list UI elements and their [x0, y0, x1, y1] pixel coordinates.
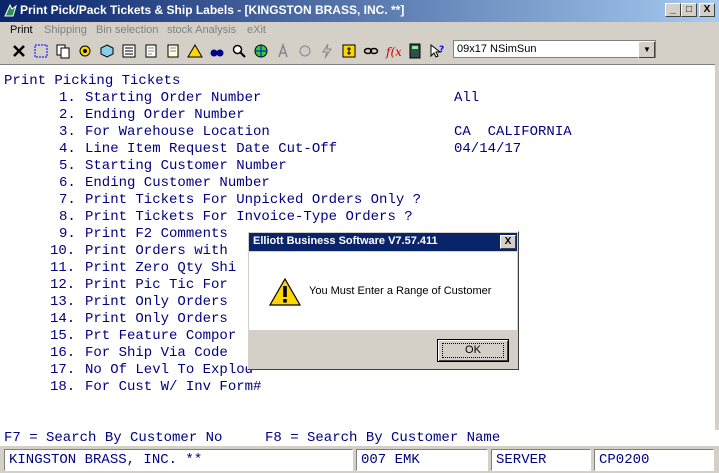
line-label[interactable]: Ending Customer Number [85, 175, 270, 192]
status-server: SERVER [491, 449, 591, 471]
f8-hint: F8 = Search By Customer Name [265, 430, 501, 446]
line-number: 18. [50, 379, 76, 395]
binoculars-icon[interactable] [208, 41, 226, 60]
document2-icon[interactable] [164, 41, 182, 60]
line-label[interactable]: Print Only Orders [85, 294, 228, 311]
font-select-value: 09x17 NSimSun [457, 43, 537, 55]
status-bar: KINGSTON BRASS, INC. ** 007 EMK SERVER C… [0, 447, 719, 473]
message-dialog: Elliott Business Software V7.57.411 X Yo… [247, 231, 519, 370]
lightning-icon[interactable] [318, 41, 336, 60]
line-value: All [454, 90, 480, 106]
line-number: 10. [50, 243, 76, 259]
line-label[interactable]: Print Tickets For Unpicked Orders Only ? [85, 192, 421, 209]
x-icon[interactable] [10, 41, 28, 60]
dialog-title: Elliott Business Software V7.57.411 [253, 235, 438, 247]
menu-bin-selection[interactable]: Bin selection [96, 24, 158, 36]
menu-exit[interactable]: eXit [247, 24, 266, 36]
line-label[interactable]: Print F2 Comments [85, 226, 228, 243]
line-number: 2. [59, 107, 76, 123]
line-number: 15. [50, 328, 76, 344]
line-number: 11. [50, 260, 76, 276]
document-icon[interactable] [142, 41, 160, 60]
svg-text:f(x): f(x) [385, 45, 401, 59]
line-label[interactable]: Print Zero Qty Shi [85, 260, 236, 277]
help-pointer-icon[interactable]: ? [428, 41, 446, 60]
money-icon[interactable] [340, 41, 358, 60]
globe-icon[interactable] [252, 41, 270, 60]
line-label[interactable]: Line Item Request Date Cut-Off [85, 141, 337, 158]
line-label[interactable]: For Ship Via Code [85, 345, 228, 362]
line-label[interactable]: Print Orders with [85, 243, 228, 260]
menu-shipping[interactable]: Shipping [44, 24, 87, 36]
function-icon[interactable]: f(x) [384, 41, 402, 60]
cube-icon[interactable] [98, 41, 116, 60]
gears-icon[interactable] [76, 41, 94, 60]
font-select[interactable]: 09x17 NSimSun ▼ [453, 40, 656, 58]
window-title: Print Pick/Pack Tickets & Ship Labels - … [20, 3, 405, 17]
ok-button[interactable]: OK [437, 339, 509, 362]
function-key-line: F7 = Search By Customer No F8 = Search B… [0, 430, 719, 446]
line-label[interactable]: Print Pic Tic For [85, 277, 228, 294]
calculator-icon[interactable] [406, 41, 424, 60]
line-label[interactable]: No Of Levl To Explod [85, 362, 253, 379]
list-icon[interactable] [120, 41, 138, 60]
line-value: 04/14/17 [454, 141, 522, 157]
dotted-select-icon[interactable] [32, 41, 50, 60]
line-label[interactable]: For Warehouse Location [85, 124, 270, 141]
line-number: 5. [59, 158, 76, 174]
line-label[interactable]: Starting Order Number [85, 90, 261, 107]
search-icon[interactable] [230, 41, 248, 60]
close-button[interactable]: X [699, 3, 715, 17]
line-number: 1. [59, 90, 76, 106]
line-number: 12. [50, 277, 76, 293]
line-number: 16. [50, 345, 76, 361]
menu-bar: Print Shipping Bin selection stock Analy… [0, 22, 719, 40]
status-user: 007 EMK [356, 449, 488, 471]
line-label[interactable]: Ending Order Number [85, 107, 245, 124]
maximize-button[interactable]: □ [681, 3, 697, 17]
line-number: 6. [59, 175, 76, 191]
minimize-button[interactable]: _ [665, 3, 681, 17]
copy-icon[interactable] [54, 41, 72, 60]
link-icon[interactable] [362, 41, 380, 60]
paint-icon[interactable] [296, 41, 314, 60]
dialog-title-bar: Elliott Business Software V7.57.411 X [249, 233, 517, 251]
dialog-close-button[interactable]: X [500, 235, 516, 249]
warning-icon[interactable] [186, 41, 204, 60]
screen-heading: Print Picking Tickets [4, 73, 181, 89]
line-number: 9. [59, 226, 76, 242]
text-a-icon[interactable] [274, 41, 292, 60]
line-label[interactable]: For Cust W/ Inv Form# [85, 379, 261, 396]
line-number: 8. [59, 209, 76, 225]
line-number: 3. [59, 124, 76, 140]
line-label[interactable]: Print Tickets For Invoice-Type Orders ? [85, 209, 413, 226]
svg-text:?: ? [439, 45, 444, 55]
line-number: 14. [50, 311, 76, 327]
app-icon [4, 3, 17, 17]
warning-icon [269, 278, 301, 306]
menu-stock-analysis[interactable]: stock Analysis [167, 24, 236, 36]
line-value: CA CALIFORNIA [454, 124, 572, 140]
line-number: 13. [50, 294, 76, 310]
menu-print[interactable]: Print [10, 24, 33, 36]
status-company: KINGSTON BRASS, INC. ** [4, 449, 353, 471]
status-program: CP0200 [594, 449, 714, 471]
dialog-message: You Must Enter a Range of Customer [309, 285, 492, 297]
title-bar: Print Pick/Pack Tickets & Ship Labels - … [0, 0, 719, 22]
chevron-down-icon[interactable]: ▼ [638, 41, 655, 58]
line-label[interactable]: Print Only Orders [85, 311, 228, 328]
line-label[interactable]: Prt Feature Compor [85, 328, 236, 345]
line-number: 17. [50, 362, 76, 378]
line-number: 4. [59, 141, 76, 157]
f7-hint: F7 = Search By Customer No [4, 430, 223, 446]
line-label[interactable]: Starting Customer Number [85, 158, 287, 175]
line-number: 7. [59, 192, 76, 208]
